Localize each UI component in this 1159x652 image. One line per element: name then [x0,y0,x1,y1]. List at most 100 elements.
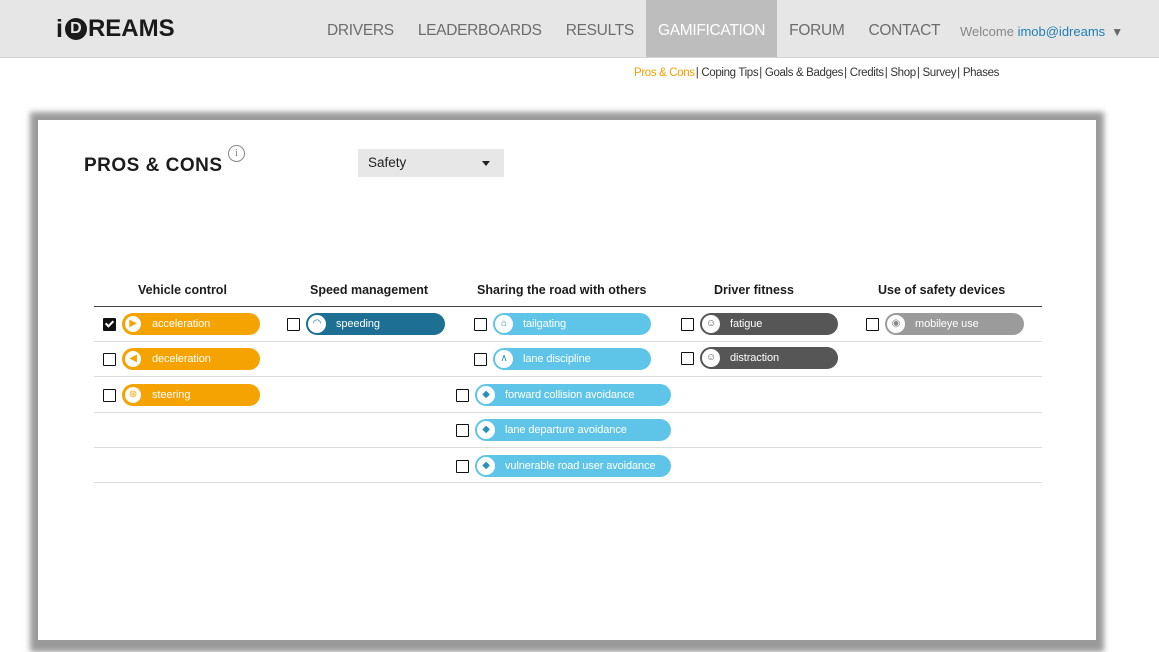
nav-results[interactable]: RESULTS [554,0,646,57]
list-item: ◉ mobileye use [866,313,1024,335]
logo-letter-d: D [64,18,87,40]
list-item: ⊛ steering [103,384,260,406]
tag-label: speeding [336,318,380,330]
welcome-user-menu[interactable]: Welcome imob@idreams ▼ [960,24,1123,39]
column-header-vehicle-control: Vehicle control [138,283,227,297]
list-item: ∧ lane discipline [474,348,651,370]
pedestrian-icon: ◆ [477,457,495,475]
subnav-separator: | [884,67,888,79]
main-nav: DRIVERS LEADERBOARDS RESULTS GAMIFICATIO… [315,0,952,57]
steering-checkbox[interactable] [103,388,116,402]
user-name: imob@idreams [1017,24,1106,39]
category-select[interactable]: Safety [358,149,504,177]
mobileye-tag[interactable]: ◉ mobileye use [885,313,1024,335]
tailgating-tag[interactable]: ⌂ tailgating [493,313,651,335]
lane-departure-icon: ◆ [477,421,495,439]
subnav-coping-tips[interactable]: Coping Tips [701,67,758,79]
distraction-tag[interactable]: ☺ distraction [700,347,838,369]
subnav-separator: | [916,67,920,79]
list-item: ◠ speeding [287,313,445,335]
vulnerable-road-user-tag[interactable]: ◆ vulnerable road user avoidance [475,455,671,477]
list-item: ⌂ tailgating [474,313,651,335]
subnav-separator: | [844,67,847,79]
car-front-icon: ⌂ [495,315,513,333]
row-divider [94,341,1042,342]
mobileye-icon: ◉ [887,315,905,333]
top-navigation-bar: i D REAMS DRIVERS LEADERBOARDS RESULTS G… [0,0,1159,58]
lane-discipline-checkbox[interactable] [474,352,487,366]
subnav-phases[interactable]: Phases [963,67,1000,79]
vulnerable-road-user-checkbox[interactable] [456,459,469,473]
acceleration-icon: ▶ [124,315,142,333]
deceleration-checkbox[interactable] [103,352,116,366]
row-divider [94,376,1042,377]
info-icon[interactable]: i [228,145,245,162]
list-item: ◀ deceleration [103,348,260,370]
fatigue-checkbox[interactable] [681,317,694,331]
subnav-pros-cons[interactable]: Pros & Cons [634,67,695,79]
tag-label: lane departure avoidance [505,424,627,436]
tag-label: deceleration [152,353,211,365]
column-header-driver-fitness: Driver fitness [714,283,794,297]
tag-label: distraction [730,352,780,364]
deceleration-tag[interactable]: ◀ deceleration [122,348,260,370]
subnav-separator: | [759,67,762,79]
lane-discipline-tag[interactable]: ∧ lane discipline [493,348,651,370]
row-divider [94,447,1042,448]
table-header-divider [94,306,1042,307]
list-item: ▶ acceleration [103,313,260,335]
page-title: PROS & CONS [84,155,223,176]
column-header-safety-devices: Use of safety devices [878,283,1006,297]
subnav-survey[interactable]: Survey [922,67,956,79]
nav-leaderboards[interactable]: LEADERBOARDS [406,0,554,57]
acceleration-tag[interactable]: ▶ acceleration [122,313,260,335]
idreams-logo[interactable]: i D REAMS [56,15,175,43]
steering-wheel-icon: ⊛ [124,386,142,404]
subnav-separator: | [957,67,960,79]
speeding-tag[interactable]: ◠ speeding [306,313,445,335]
tag-label: vulnerable road user avoidance [505,460,656,472]
acceleration-checkbox[interactable] [103,317,116,331]
column-header-sharing-road: Sharing the road with others [477,283,647,297]
column-header-speed-management: Speed management [310,283,429,297]
speeding-checkbox[interactable] [287,317,300,331]
distraction-checkbox[interactable] [681,351,694,365]
list-item: ☺ fatigue [681,313,838,335]
category-select-value: Safety [368,155,407,170]
row-divider [94,482,1042,483]
subnav-separator: | [695,67,699,79]
subnav-shop[interactable]: Shop [890,67,916,79]
tag-label: mobileye use [915,318,979,330]
nav-drivers[interactable]: DRIVERS [315,0,406,57]
mobileye-checkbox[interactable] [866,317,879,331]
lane-departure-checkbox[interactable] [456,423,469,437]
tag-label: acceleration [152,318,211,330]
tag-label: fatigue [730,318,763,330]
dropdown-caret-icon[interactable]: ▼ [1111,25,1123,39]
list-item: ☺ distraction [681,347,838,369]
forward-collision-checkbox[interactable] [456,388,469,402]
welcome-text: Welcome [960,24,1018,39]
subnav-goals-badges[interactable]: Goals & Badges [765,67,844,79]
tag-label: tailgating [523,318,567,330]
gamification-subnav: Pros & Cons| Coping Tips| Goals & Badges| C… [634,67,999,79]
nav-gamification[interactable]: GAMIFICATION [645,0,778,57]
forward-collision-tag[interactable]: ◆ forward collision avoidance [475,384,671,406]
tag-label: forward collision avoidance [505,389,635,401]
subnav-credits[interactable]: Credits [850,67,884,79]
fatigue-icon: ☺ [702,315,720,333]
steering-tag[interactable]: ⊛ steering [122,384,260,406]
nav-contact[interactable]: CONTACT [856,0,952,57]
tag-label: steering [152,389,191,401]
road-lanes-icon: ∧ [495,350,513,368]
list-item: ◆ forward collision avoidance [456,384,671,406]
nav-forum[interactable]: FORUM [777,0,856,57]
collision-icon: ◆ [477,386,495,404]
logo-text: REAMS [87,15,175,42]
lane-departure-tag[interactable]: ◆ lane departure avoidance [475,419,671,441]
deceleration-icon: ◀ [124,350,142,368]
fatigue-tag[interactable]: ☺ fatigue [700,313,838,335]
chevron-down-icon [482,161,490,166]
tailgating-checkbox[interactable] [474,317,487,331]
row-divider [94,412,1042,413]
